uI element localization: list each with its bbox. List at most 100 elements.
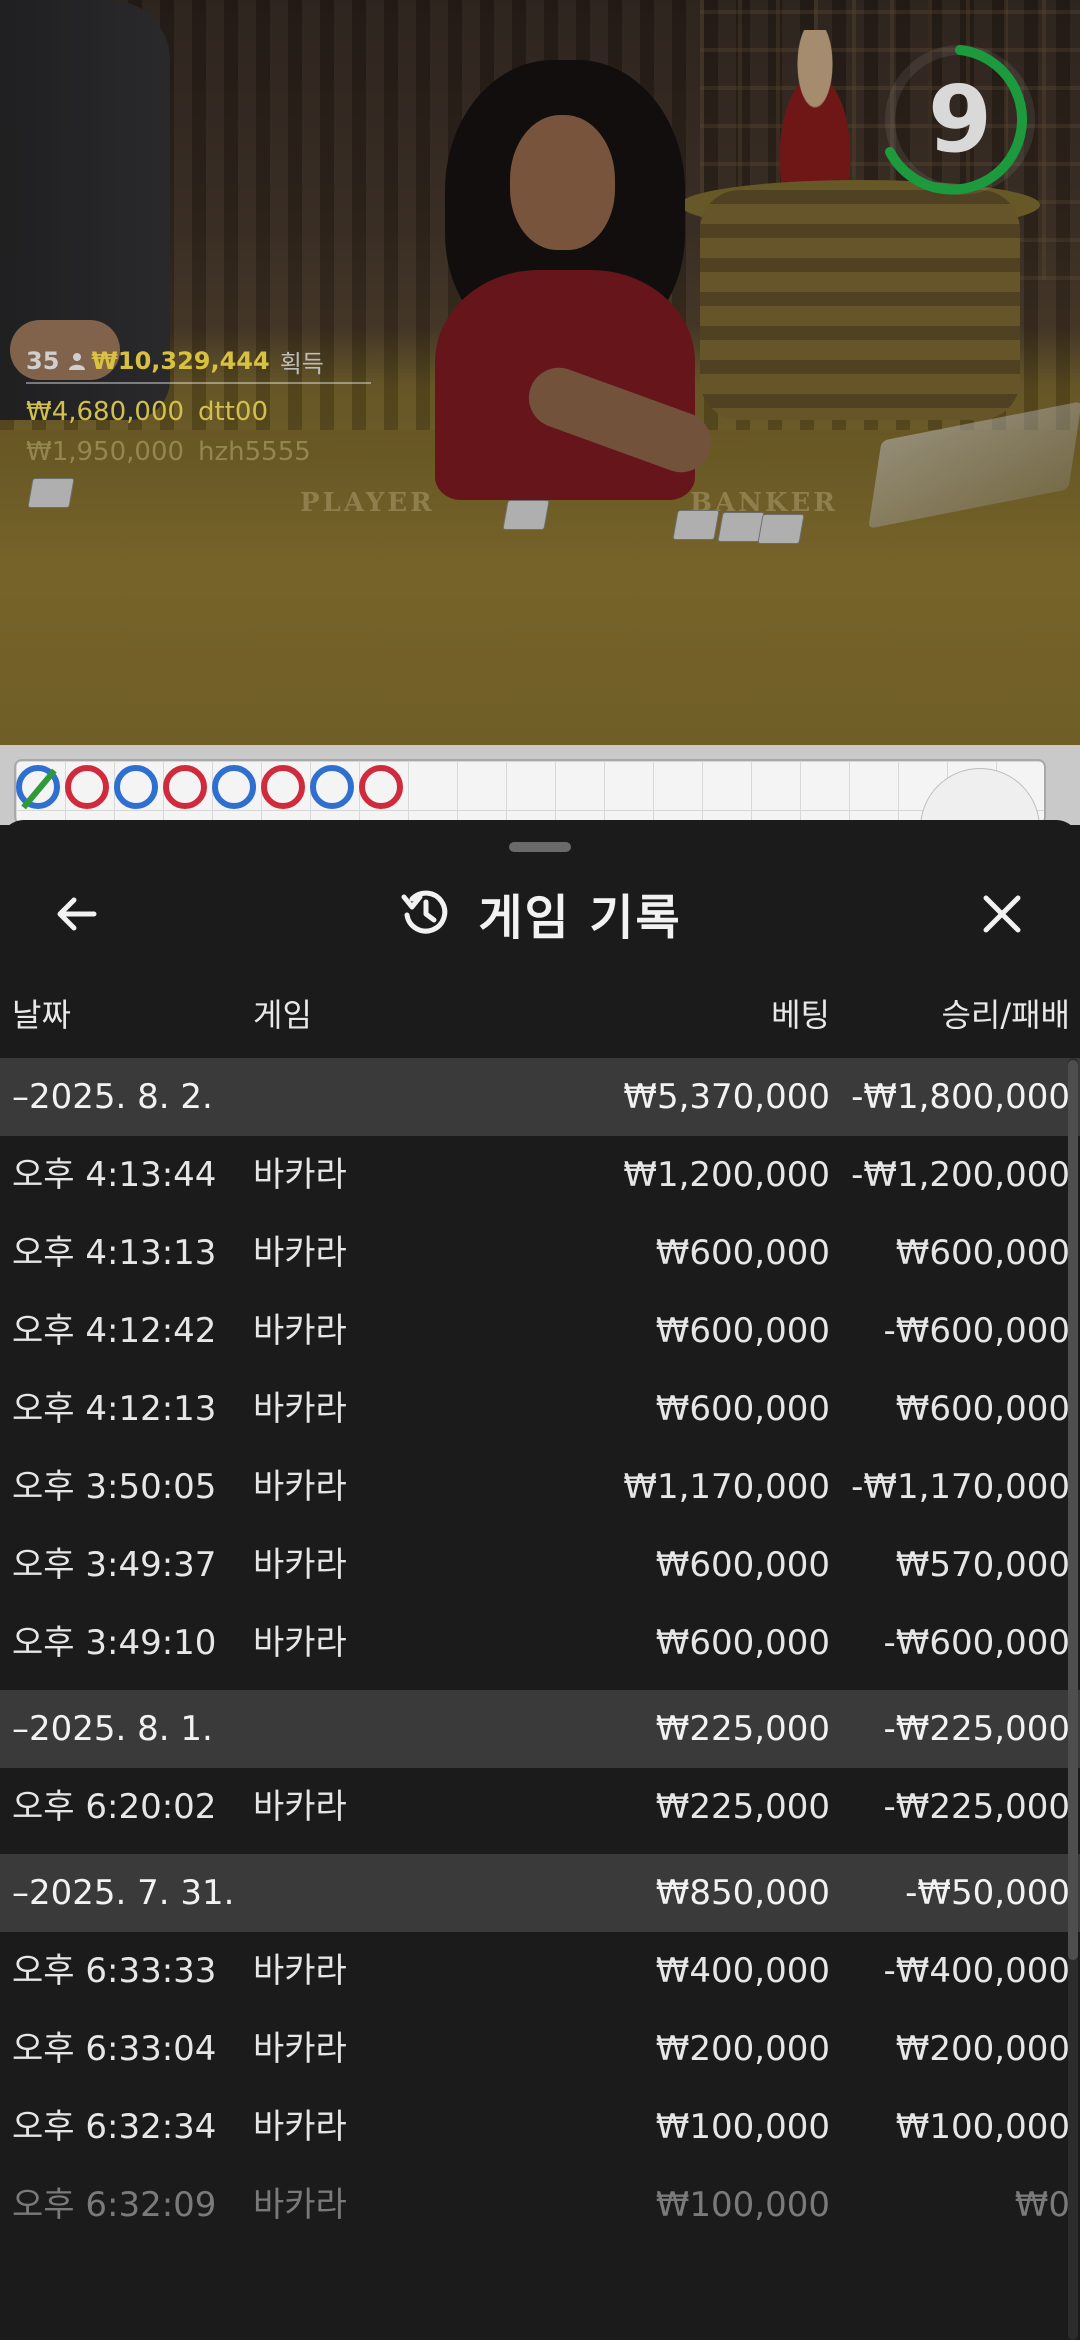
history-row[interactable]: 오후 6:33:33 바카라 ₩400,000 -₩400,000 (0, 1932, 1080, 2010)
group-bet-total: ₩5,370,000 (623, 1077, 830, 1117)
history-row[interactable]: 오후 6:32:09 바카라 ₩100,000 ₩0 (0, 2166, 1080, 2244)
bead-banker (163, 765, 207, 809)
row-result: ₩600,000 (895, 1233, 1070, 1273)
row-result: -₩225,000 (883, 1787, 1071, 1827)
row-result: -₩600,000 (883, 1311, 1071, 1351)
row-result: ₩100,000 (895, 2107, 1070, 2147)
group-date: –2025. 8. 2. (12, 1077, 213, 1117)
row-game: 바카라 (253, 1623, 347, 1663)
group-result-total: -₩1,800,000 (851, 1077, 1070, 1117)
close-icon (983, 895, 1021, 933)
winner-name: hzh5555 (198, 437, 311, 467)
group-date: –2025. 8. 1. (12, 1709, 213, 1749)
history-row[interactable]: 오후 4:13:44 바카라 ₩1,200,000 -₩1,200,000 (0, 1136, 1080, 1214)
history-icon (401, 890, 448, 934)
row-result: -₩600,000 (883, 1623, 1071, 1663)
history-row[interactable]: 오후 3:50:05 바카라 ₩1,170,000 -₩1,170,000 (0, 1448, 1080, 1526)
bead-player (212, 765, 256, 809)
winner-name: dtt00 (198, 397, 269, 427)
win-overlay: 35 ₩10,329,444 획득 ₩4,680,000 dtt00 ₩1,95… (26, 344, 376, 472)
game-history-sheet: 게임 기록 날짜 게임 베팅 승리/패배 –2025. 8. 2. ₩5,370… (0, 820, 1080, 2340)
row-bet: ₩600,000 (655, 1389, 830, 1429)
row-game: 바카라 (253, 1311, 347, 1351)
scrollbar-thumb[interactable] (1068, 1060, 1078, 1960)
history-row[interactable]: 오후 6:20:02 바카라 ₩225,000 -₩225,000 (0, 1768, 1080, 1846)
row-game: 바카라 (253, 1467, 347, 1507)
history-row[interactable]: 오후 4:12:42 바카라 ₩600,000 -₩600,000 (0, 1292, 1080, 1370)
column-header-game: 게임 (253, 996, 312, 1034)
history-row[interactable]: 오후 3:49:37 바카라 ₩600,000 ₩570,000 (0, 1526, 1080, 1604)
winner-row: ₩4,680,000 dtt00 (26, 392, 376, 432)
row-game: 바카라 (253, 1787, 347, 1827)
row-game: 바카라 (253, 1389, 347, 1429)
bead-banker (359, 765, 403, 809)
row-time: 오후 4:13:44 (12, 1155, 217, 1195)
history-row[interactable]: 오후 6:33:04 바카라 ₩200,000 ₩200,000 (0, 2010, 1080, 2088)
win-summary: 35 ₩10,329,444 획득 (26, 344, 376, 378)
date-group-row[interactable]: –2025. 8. 2. ₩5,370,000 -₩1,800,000 (0, 1058, 1080, 1136)
row-bet: ₩600,000 (655, 1623, 830, 1663)
drag-handle[interactable] (509, 842, 571, 852)
divider (26, 382, 371, 384)
column-header-bet: 베팅 (771, 996, 830, 1034)
row-bet: ₩600,000 (655, 1545, 830, 1585)
row-bet: ₩200,000 (655, 2029, 830, 2069)
live-video-stream[interactable]: PLAYER BANKER 9 35 ₩10,329,444 획득 ₩4,680… (0, 0, 1080, 745)
row-time: 오후 6:33:04 (12, 2029, 217, 2069)
history-list[interactable]: –2025. 8. 2. ₩5,370,000 -₩1,800,000 오후 4… (0, 1058, 1080, 2244)
winner-amount: ₩4,680,000 (26, 397, 185, 427)
date-group-row[interactable]: –2025. 7. 31. ₩850,000 -₩50,000 (0, 1854, 1080, 1932)
row-time: 오후 6:32:34 (12, 2107, 217, 2147)
row-time: 오후 4:12:13 (12, 1389, 217, 1429)
row-time: 오후 4:13:13 (12, 1233, 217, 1273)
column-header-result: 승리/패배 (941, 996, 1070, 1034)
winner-row: ₩1,950,000 hzh5555 (26, 432, 376, 472)
row-game: 바카라 (253, 2185, 347, 2225)
row-result: ₩200,000 (895, 2029, 1070, 2069)
row-result: ₩600,000 (895, 1389, 1070, 1429)
row-game: 바카라 (253, 2107, 347, 2147)
person-icon (69, 353, 86, 370)
history-row[interactable]: 오후 4:12:13 바카라 ₩600,000 ₩600,000 (0, 1370, 1080, 1448)
row-time: 오후 4:12:42 (12, 1311, 217, 1351)
group-bet-total: ₩850,000 (655, 1873, 830, 1913)
countdown-timer: 9 (880, 40, 1040, 200)
row-bet: ₩1,170,000 (623, 1467, 830, 1507)
group-date: –2025. 7. 31. (12, 1873, 235, 1913)
group-result-total: -₩225,000 (883, 1709, 1071, 1749)
sheet-header: 게임 기록 (0, 878, 1080, 948)
bead-road[interactable] (0, 745, 1080, 825)
date-group-row[interactable]: –2025. 8. 1. ₩225,000 -₩225,000 (0, 1690, 1080, 1768)
winner-count: 35 (26, 347, 60, 375)
history-row[interactable]: 오후 6:32:34 바카라 ₩100,000 ₩100,000 (0, 2088, 1080, 2166)
bead-banker (261, 765, 305, 809)
timer-value: 9 (927, 66, 992, 173)
page-title: 게임 기록 (478, 890, 682, 946)
bead-player-tie (16, 765, 60, 809)
row-time: 오후 3:49:37 (12, 1545, 217, 1585)
row-bet: ₩1,200,000 (623, 1155, 830, 1195)
close-button[interactable] (970, 882, 1034, 946)
history-row[interactable]: 오후 4:13:13 바카라 ₩600,000 ₩600,000 (0, 1214, 1080, 1292)
row-time: 오후 3:50:05 (12, 1467, 217, 1507)
total-win-amount: ₩10,329,444 (91, 347, 270, 375)
row-game: 바카라 (253, 1233, 347, 1273)
row-game: 바카라 (253, 1951, 347, 1991)
win-label: 획득 (279, 349, 324, 378)
row-game: 바카라 (253, 1155, 347, 1195)
group-bet-total: ₩225,000 (655, 1709, 830, 1749)
row-bet: ₩100,000 (655, 2185, 830, 2225)
row-time: 오후 6:20:02 (12, 1787, 217, 1827)
row-result: ₩570,000 (895, 1545, 1070, 1585)
row-bet: ₩600,000 (655, 1233, 830, 1273)
row-bet: ₩600,000 (655, 1311, 830, 1351)
row-result: -₩1,200,000 (851, 1155, 1070, 1195)
row-result: ₩0 (1014, 2185, 1070, 2225)
history-row[interactable]: 오후 3:49:10 바카라 ₩600,000 -₩600,000 (0, 1604, 1080, 1682)
bead-player (310, 765, 354, 809)
row-bet: ₩225,000 (655, 1787, 830, 1827)
row-bet: ₩400,000 (655, 1951, 830, 1991)
winner-amount: ₩1,950,000 (26, 437, 185, 467)
row-game: 바카라 (253, 1545, 347, 1585)
app-screen: PLAYER BANKER 9 35 ₩10,329,444 획득 ₩4,680… (0, 0, 1080, 2340)
